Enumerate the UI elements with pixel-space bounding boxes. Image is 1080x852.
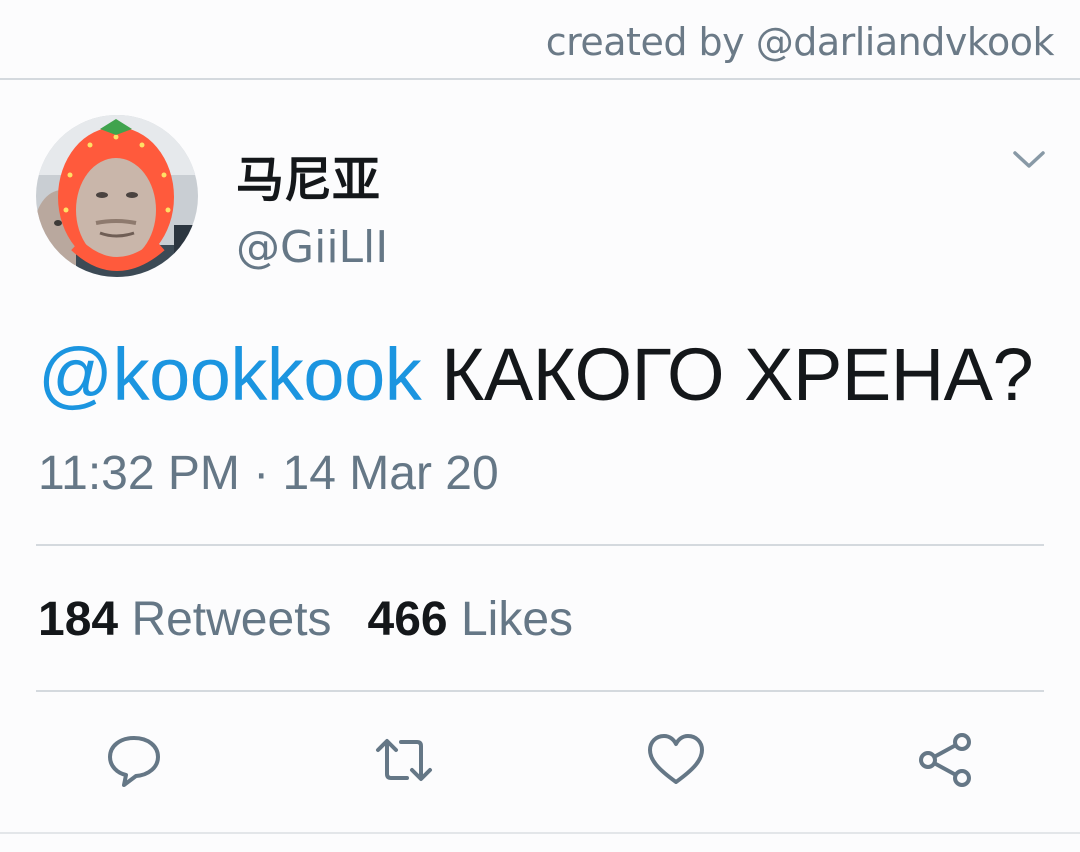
divider: [36, 544, 1044, 546]
like-button[interactable]: [646, 730, 706, 790]
retweets-count: 184: [38, 593, 119, 646]
handle[interactable]: @GiiLlI: [236, 222, 388, 273]
heart-icon: [648, 734, 704, 784]
divider: [36, 690, 1044, 692]
avatar[interactable]: [36, 115, 198, 277]
mention-link[interactable]: @kookkook: [38, 333, 422, 416]
credit-bar: created by @darliandvkook: [0, 0, 1080, 80]
tweet-stats: 184 Retweets 466 Likes: [38, 592, 573, 647]
avatar-image: [36, 115, 198, 277]
likes-label: Likes: [460, 593, 574, 646]
reply-button[interactable]: [104, 730, 164, 790]
credit-text: created by @darliandvkook: [545, 20, 1055, 64]
likes-count: 466: [367, 593, 448, 646]
timestamp[interactable]: 11:32 PM · 14 Mar 20: [38, 446, 499, 501]
reply-icon: [108, 736, 160, 787]
retweets-stat[interactable]: 184 Retweets: [38, 592, 332, 647]
share-icon: [919, 733, 971, 787]
chevron-down-icon[interactable]: [1010, 144, 1048, 174]
tweet-body: КАКОГО ХРЕНА?: [421, 333, 1034, 416]
retweets-label: Retweets: [131, 593, 332, 646]
share-button[interactable]: [916, 730, 976, 790]
display-name[interactable]: 马尼亚: [236, 140, 380, 210]
likes-stat[interactable]: 466 Likes: [368, 592, 574, 647]
tweet-text: @kookkook КАКОГО ХРЕНА?: [38, 332, 1034, 417]
bottom-divider: [0, 832, 1080, 834]
retweet-icon: [376, 739, 432, 781]
retweet-button[interactable]: [374, 730, 434, 790]
